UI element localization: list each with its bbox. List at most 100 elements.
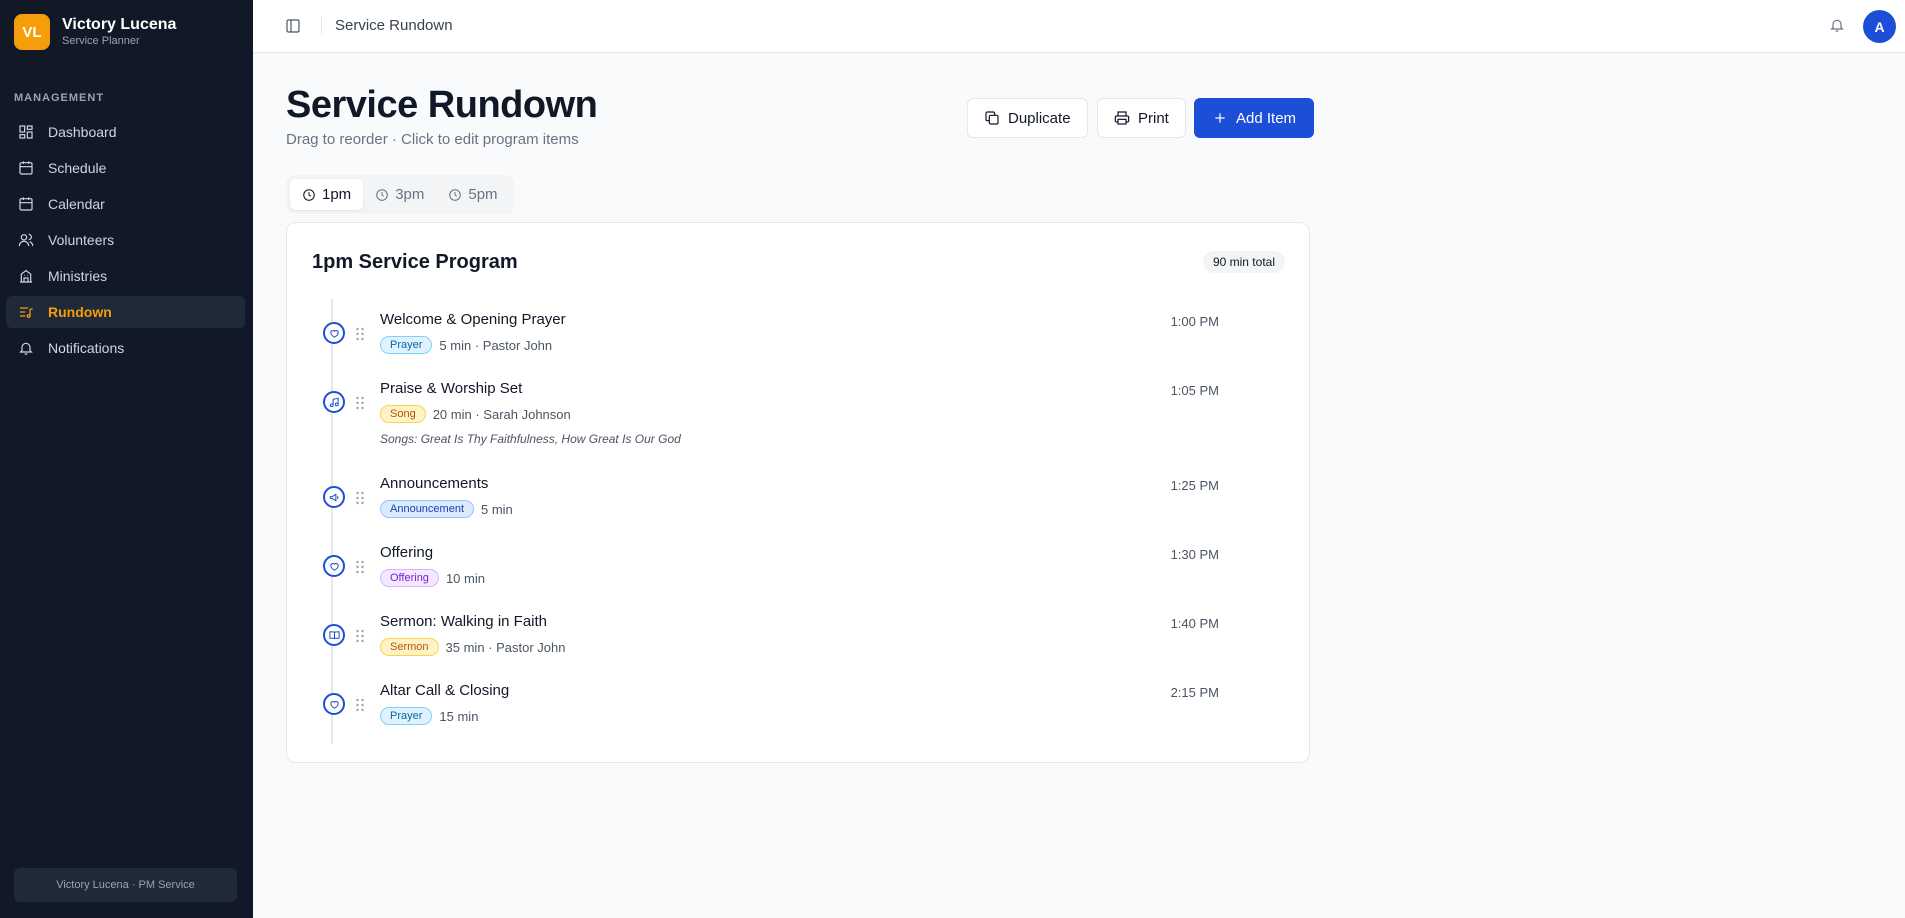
timeline-line (331, 299, 333, 744)
sidebar: VL Victory Lucena Service Planner MANAGE… (0, 0, 253, 918)
sidebar-item-volunteers[interactable]: Volunteers (6, 224, 245, 256)
page-subtitle: Drag to reorder · Click to edit program … (286, 131, 579, 148)
item-time: 1:05 PM (1170, 383, 1219, 398)
item-meta: Sermon 35 min · Pastor John (380, 638, 566, 656)
print-button[interactable]: Print (1097, 98, 1186, 138)
heart-icon (323, 555, 345, 577)
duplicate-label: Duplicate (1008, 109, 1071, 127)
breadcrumb: Service Rundown (335, 17, 453, 34)
clock-icon (376, 188, 388, 201)
item-meta: Song 20 min · Sarah Johnson (380, 405, 571, 423)
item-title: Sermon: Walking in Faith (380, 613, 548, 630)
item-tag: Offering (380, 569, 439, 587)
item-meta: Announcement 5 min (380, 500, 513, 518)
brand-subtitle: Service Planner (62, 35, 140, 47)
print-label: Print (1138, 109, 1169, 127)
item-time: 1:30 PM (1170, 547, 1219, 562)
calendar-icon (19, 161, 33, 175)
item-time: 1:40 PM (1170, 616, 1219, 631)
item-duration: 20 min (432, 406, 472, 422)
item-title: Welcome & Opening Prayer (380, 311, 566, 328)
add-item-button[interactable]: Add Item (1194, 98, 1315, 138)
sidebar-item-label: Rundown (48, 304, 112, 320)
megaphone-icon (323, 486, 345, 508)
tab-label: 1pm (322, 186, 352, 203)
avatar[interactable]: A (1863, 10, 1896, 43)
item-meta: Prayer 15 min (380, 707, 478, 725)
sidebar-item-label: Calendar (48, 196, 105, 212)
clock-icon (303, 188, 315, 201)
printer-icon (1114, 111, 1130, 125)
heart-icon (323, 693, 345, 715)
duplicate-button[interactable]: Duplicate (967, 98, 1088, 138)
header-divider (321, 17, 322, 35)
drag-handle-icon[interactable] (355, 396, 365, 410)
sidebar-item-rundown[interactable]: Rundown (6, 296, 245, 328)
item-notes: Songs: Great Is Thy Faithfulness, How Gr… (380, 432, 681, 446)
item-person: · Pastor John (474, 337, 553, 353)
sidebar-item-label: Dashboard (48, 124, 117, 140)
sidebar-item-notifications[interactable]: Notifications (6, 332, 245, 364)
page-title: Service Rundown (286, 84, 598, 126)
item-person: · Sarah Johnson (475, 406, 571, 422)
building-icon (20, 269, 32, 283)
add-item-label: Add Item (1236, 109, 1297, 127)
tab-label: 3pm (395, 186, 425, 203)
bell-icon (19, 342, 33, 355)
sidebar-item-schedule[interactable]: Schedule (6, 152, 245, 184)
item-title: Offering (380, 544, 434, 561)
sidebar-item-ministries[interactable]: Ministries (6, 260, 245, 292)
item-person: · Pastor John (488, 639, 566, 655)
sidebar-item-label: Ministries (48, 268, 108, 284)
tab-1pm[interactable]: 1pm (290, 179, 364, 210)
tab-3pm[interactable]: 3pm (363, 179, 436, 210)
program-card: 1pm Service Program 90 min total Welcome… (286, 222, 1310, 763)
item-duration: 5 min (439, 337, 472, 353)
item-duration: 35 min (445, 639, 485, 655)
item-duration: 5 min (481, 501, 513, 517)
tab-label: 5pm (468, 186, 498, 203)
item-tag: Announcement (380, 500, 474, 518)
notification-bell-icon[interactable] (1829, 17, 1845, 33)
drag-handle-icon[interactable] (355, 560, 365, 574)
brand[interactable]: VL Victory Lucena Service Planner (14, 14, 176, 50)
calendar-icon (19, 197, 33, 211)
service-time-tabs: 1pm 3pm 5pm (286, 175, 514, 214)
copy-icon (985, 111, 999, 125)
drag-handle-icon[interactable] (355, 327, 365, 341)
item-meta: Offering 10 min (380, 569, 485, 587)
total-duration-badge: 90 min total (1202, 251, 1285, 273)
list-music-icon (20, 307, 33, 318)
item-meta: Prayer 5 min · Pastor John (380, 336, 552, 354)
sidebar-item-label: Volunteers (48, 232, 115, 248)
item-duration: 15 min (439, 708, 479, 724)
sidebar-footer: Victory Lucena · PM Service (14, 868, 237, 902)
sidebar-nav: Dashboard Schedule Calendar Volunteers M… (6, 116, 245, 368)
item-tag: Prayer (380, 336, 433, 354)
item-tag: Song (380, 405, 426, 423)
sidebar-item-calendar[interactable]: Calendar (6, 188, 245, 220)
item-time: 1:25 PM (1170, 478, 1219, 493)
tab-5pm[interactable]: 5pm (436, 179, 509, 210)
drag-handle-icon[interactable] (355, 698, 365, 712)
item-title: Announcements (380, 475, 489, 492)
sidebar-item-label: Schedule (48, 160, 107, 176)
item-time: 1:00 PM (1170, 314, 1219, 329)
drag-handle-icon[interactable] (355, 629, 365, 643)
item-tag: Sermon (380, 638, 439, 656)
grid-icon (19, 125, 33, 139)
music-icon (323, 391, 345, 413)
sidebar-toggle-icon[interactable] (285, 18, 301, 34)
sidebar-item-dashboard[interactable]: Dashboard (6, 116, 245, 148)
program-title: 1pm Service Program (312, 251, 518, 273)
drag-handle-icon[interactable] (355, 491, 365, 505)
book-icon (323, 624, 345, 646)
users-icon (18, 233, 34, 247)
item-time: 2:15 PM (1170, 685, 1219, 700)
section-label: MANAGEMENT (14, 92, 105, 104)
sidebar-item-label: Notifications (48, 340, 125, 356)
clock-icon (449, 188, 462, 201)
heart-icon (323, 322, 345, 344)
item-title: Praise & Worship Set (380, 380, 523, 397)
item-title: Altar Call & Closing (380, 682, 510, 699)
